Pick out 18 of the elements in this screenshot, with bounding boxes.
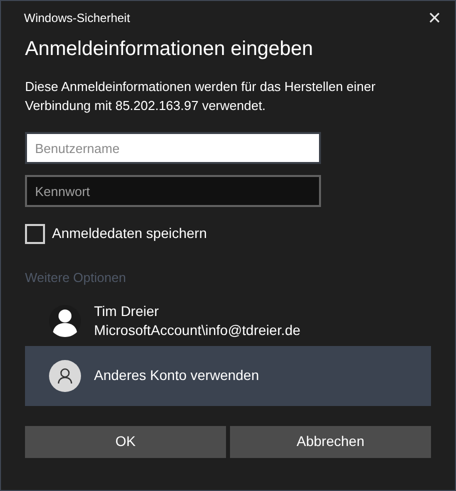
user-avatar-icon [49, 304, 81, 336]
account-detail: MicrosoftAccount\info@tdreier.de [94, 320, 300, 340]
checkbox-label: Anmeldedaten speichern [52, 224, 207, 243]
account-item[interactable]: Tim Dreier MicrosoftAccount\info@tdreier.de [25, 296, 431, 346]
dialog-button[interactable]: OK [25, 426, 226, 458]
dialog-button[interactable]: Abbrechen [230, 426, 431, 458]
input-field[interactable]: Benutzername [25, 132, 321, 164]
user-outline-icon [49, 360, 81, 392]
close-button[interactable]: × [428, 7, 441, 29]
dialog-heading: Anmeldeinformationen eingeben [25, 37, 314, 62]
account-name: Anderes Konto verwenden [94, 366, 259, 385]
account-item[interactable]: Anderes Konto verwenden [25, 346, 431, 406]
checkbox[interactable] [25, 224, 45, 244]
account-name: Tim Dreier [94, 302, 160, 320]
section-label: Weitere Optionen [25, 269, 127, 287]
window-title: Windows-Sicherheit [24, 10, 130, 27]
input-field[interactable]: Kennwort [25, 175, 321, 207]
description-text: Diese Anmeldeinformationen werden für das Herstellen einer Verbindung mit 85.202.163.97 verwendet. [25, 78, 376, 115]
